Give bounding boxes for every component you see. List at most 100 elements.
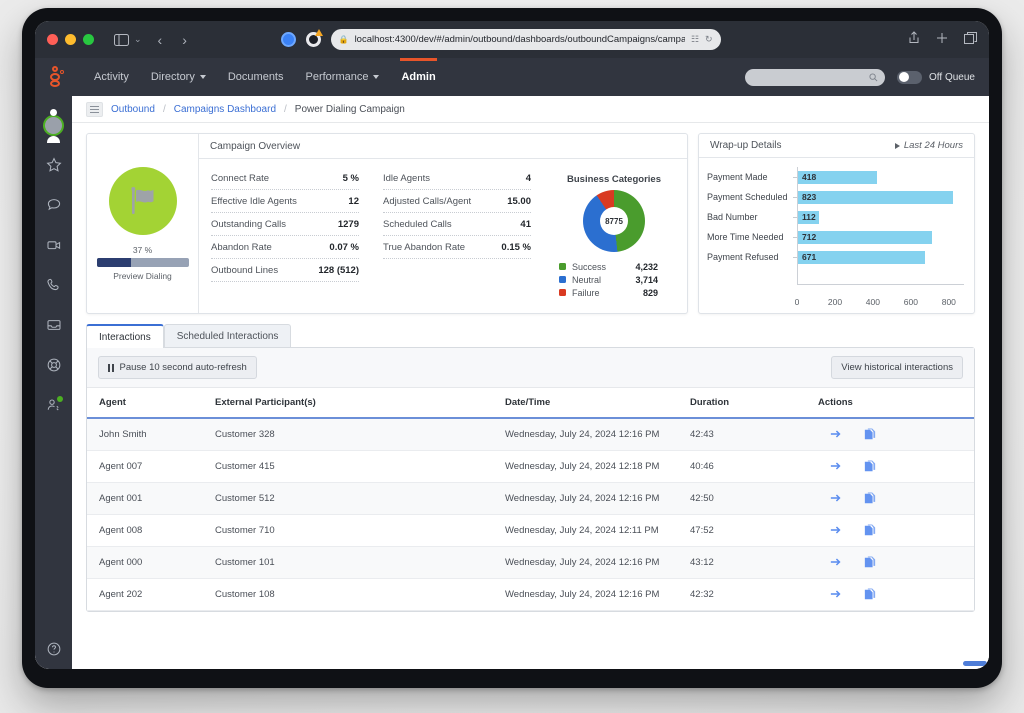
tab-interactions[interactable]: Interactions [86,324,164,348]
cell-actions [810,514,974,547]
rail-item-people[interactable] [35,385,72,425]
wrapup-axis-area [707,267,964,295]
arrow-right-icon[interactable] [830,556,842,569]
app-body: Outbound / Campaigns Dashboard / Power D… [35,96,989,669]
minimize-window-button[interactable] [65,34,76,45]
metric-value: 41 [520,219,531,230]
close-window-button[interactable] [47,34,58,45]
cell-participant: Customer 710 [207,514,497,547]
maximize-window-button[interactable] [83,34,94,45]
nav-label: Admin [401,71,436,83]
chevron-down-icon[interactable]: ⌄ [134,34,142,45]
rail-item-video[interactable] [35,225,72,265]
wrapup-bar[interactable]: 823 [798,190,954,204]
table-row[interactable]: Agent 008 Customer 710 Wednesday, July 24,… [87,514,974,547]
page-title: Campaign Overview [210,140,301,152]
rail-item-help[interactable] [35,629,72,669]
table-row[interactable]: Agent 000 Customer 101 Wednesday, July 24,… [87,546,974,579]
new-tab-icon[interactable] [936,31,948,49]
column-header-duration[interactable]: Duration [682,388,810,419]
legend-item-success: Success 4,232 [559,260,677,273]
back-button[interactable]: ‹ [158,32,163,48]
arrow-right-icon[interactable] [830,428,842,441]
copy-icon[interactable] [864,460,876,473]
extension-blue-icon[interactable] [280,32,296,47]
table-header-row: Agent External Participant(s) Date/Time … [87,388,974,419]
app-logo[interactable] [49,66,67,88]
copy-icon[interactable] [864,524,876,537]
address-bar[interactable]: 🔒 localhost:4300/dev/#/admin/outbound/da… [330,29,721,50]
browser-nav-arrows[interactable]: ‹ › [158,32,187,48]
nav-item-activity[interactable]: Activity [83,58,140,96]
column-header-agent[interactable]: Agent [87,388,207,419]
wrapup-range-selector[interactable]: Last 24 Hours [894,140,963,151]
nav-item-directory[interactable]: Directory [140,58,217,96]
queue-toggle[interactable]: Off Queue [897,70,975,84]
copy-icon[interactable] [864,492,876,505]
rail-item-support[interactable] [35,345,72,385]
column-header-datetime[interactable]: Date/Time [497,388,682,419]
wrapup-bar[interactable]: 712 [798,230,933,244]
extension-dark-icon[interactable] [305,29,323,47]
horizontal-scrollbar[interactable] [963,661,987,666]
pause-icon [108,363,114,372]
share-icon[interactable] [908,30,920,49]
wrapup-bar[interactable]: 112 [798,210,820,224]
rail-item-avatar[interactable] [35,105,72,145]
wrapup-header: Wrap-up Details Last 24 Hours [699,134,974,158]
arrow-right-icon[interactable] [830,460,842,473]
table-row[interactable]: Agent 202 Customer 108 Wednesday, July 24,… [87,578,974,611]
queue-toggle-switch[interactable] [897,70,923,84]
metric-label: Connect Rate [211,173,270,184]
breadcrumb-separator: / [162,103,166,115]
window-controls[interactable] [47,34,94,45]
rail-item-phone[interactable] [35,265,72,305]
breadcrumb-item-outbound[interactable]: Outbound [111,104,155,115]
tab-overview-icon[interactable] [964,31,977,49]
nav-item-performance[interactable]: Performance [295,58,391,96]
chevron-down-icon [373,75,380,79]
nav-item-admin[interactable]: Admin [390,58,446,96]
interactions-tabs: Interactions Scheduled Interactions [86,324,975,348]
pause-auto-refresh-button[interactable]: Pause 10 second auto-refresh [98,356,257,379]
chat-icon [47,199,60,211]
breadcrumb-item-campaigns-dashboard[interactable]: Campaigns Dashboard [174,104,276,115]
avatar [43,114,64,136]
reader-view-icon[interactable]: ☷ [691,34,699,45]
tab-scheduled-interactions[interactable]: Scheduled Interactions [163,324,292,347]
search-input[interactable] [745,68,886,86]
metric-outbound-lines: Outbound Lines 128 (512) [211,259,359,282]
nav-item-documents[interactable]: Documents [217,58,295,96]
rail-item-chat[interactable] [35,185,72,225]
rail-item-favorites[interactable] [35,145,72,185]
sidebar-toggle-icon[interactable] [114,33,129,46]
legend-value: 829 [642,287,658,298]
cell-datetime: Wednesday, July 24, 2024 12:16 PM [497,418,682,451]
view-historical-interactions-button[interactable]: View historical interactions [831,356,963,379]
copy-icon[interactable] [864,556,876,569]
wrapup-bar[interactable]: 671 [798,250,925,264]
copy-icon[interactable] [864,588,876,601]
arrow-right-icon[interactable] [830,492,842,505]
donut-chart: 8775 [583,190,645,252]
copy-icon[interactable] [864,428,876,441]
table-row[interactable]: John Smith Customer 328 Wednesday, July 24… [87,418,974,451]
arrow-right-icon[interactable] [830,524,842,537]
wrapup-x-axis-labels: 0 200 400 600 800 [795,297,964,309]
status-badge [57,396,63,402]
menu-toggle-icon[interactable] [86,101,103,117]
table-row[interactable]: Agent 007 Customer 415 Wednesday, July 24,… [87,450,974,483]
forward-button[interactable]: › [182,32,187,48]
cell-agent: Agent 008 [87,514,207,547]
wrapup-bar-value: 823 [802,192,817,202]
rail-item-inbox[interactable] [35,305,72,345]
cell-duration: 42:50 [682,482,810,515]
table-row[interactable]: Agent 001 Customer 512 Wednesday, July 24,… [87,482,974,515]
top-nav-right: Off Queue [745,68,975,86]
wrapup-bar[interactable]: 418 [798,170,877,184]
reload-icon[interactable]: ↻ [705,34,713,45]
arrow-right-icon[interactable] [830,588,842,601]
tab-label: Interactions [99,332,151,343]
column-header-participant[interactable]: External Participant(s) [207,388,497,419]
metric-label: Scheduled Calls [383,219,452,230]
